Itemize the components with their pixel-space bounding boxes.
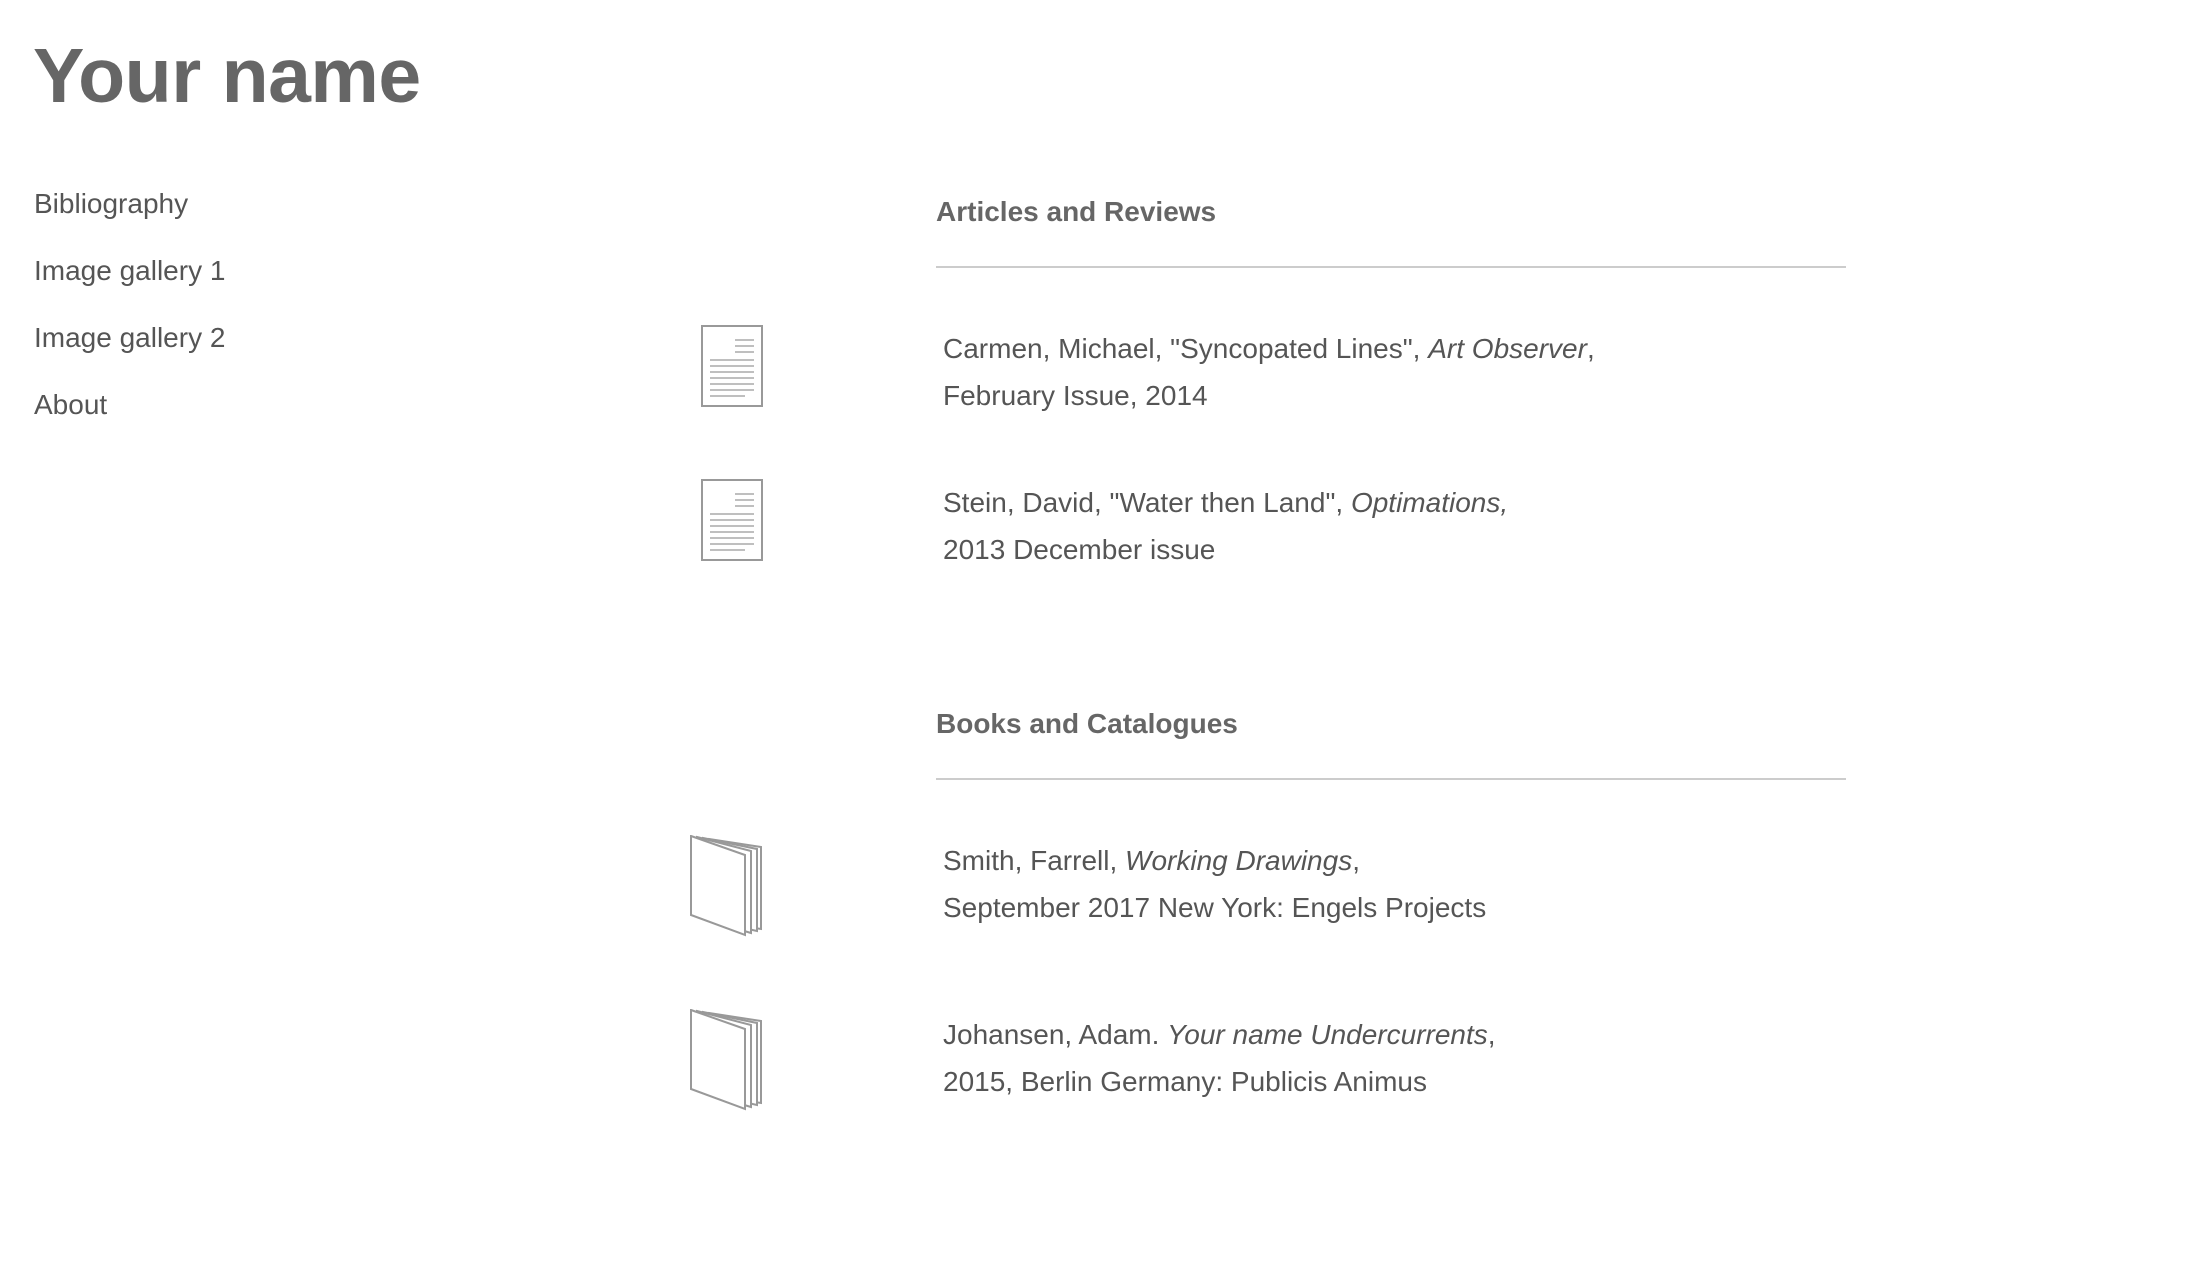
entry-details: 2015, Berlin Germany: Publicis Animus (943, 1066, 1427, 1097)
main-nav: Bibliography Image gallery 1 Image galle… (34, 184, 225, 452)
section-divider (936, 778, 1846, 780)
document-icon[interactable] (701, 479, 765, 566)
entry-details: September 2017 New York: Engels Projects (943, 892, 1487, 923)
section-heading-articles: Articles and Reviews (936, 196, 1217, 227)
section-heading-books: Books and Catalogues (936, 708, 1238, 739)
nav-item-image-gallery-2[interactable]: Image gallery 2 (34, 318, 225, 358)
booklet-icon[interactable] (689, 1008, 763, 1116)
entry-citation: Carmen, Michael, "Syncopated Lines", Art… (943, 333, 1595, 364)
entry-citation: Smith, Farrell, Working Drawings, (943, 845, 1360, 876)
nav-item-bibliography[interactable]: Bibliography (34, 184, 225, 224)
bibliography-entry: Stein, David, "Water then Land", Optimat… (943, 479, 1508, 573)
entry-citation: Johansen, Adam. Your name Undercurrents, (943, 1019, 1496, 1050)
bibliography-entry: Carmen, Michael, "Syncopated Lines", Art… (943, 325, 1595, 419)
site-title[interactable]: Your name (33, 26, 421, 126)
section-divider (936, 266, 1846, 268)
entry-details: 2013 December issue (943, 534, 1216, 565)
bibliography-entry: Smith, Farrell, Working Drawings, Septem… (943, 837, 1486, 931)
nav-item-image-gallery-1[interactable]: Image gallery 1 (34, 251, 225, 291)
entry-citation: Stein, David, "Water then Land", Optimat… (943, 487, 1509, 518)
bibliography-entry: Johansen, Adam. Your name Undercurrents,… (943, 1011, 1496, 1105)
publication-title: Optimations, (1350, 487, 1509, 518)
publication-title: Working Drawings (1125, 845, 1353, 876)
publication-title: Your name Undercurrents (1167, 1019, 1488, 1050)
document-icon[interactable] (701, 325, 765, 412)
entry-details: February Issue, 2014 (943, 380, 1208, 411)
nav-item-about[interactable]: About (34, 385, 225, 425)
publication-title: Art Observer (1428, 333, 1587, 364)
booklet-icon[interactable] (689, 834, 763, 942)
